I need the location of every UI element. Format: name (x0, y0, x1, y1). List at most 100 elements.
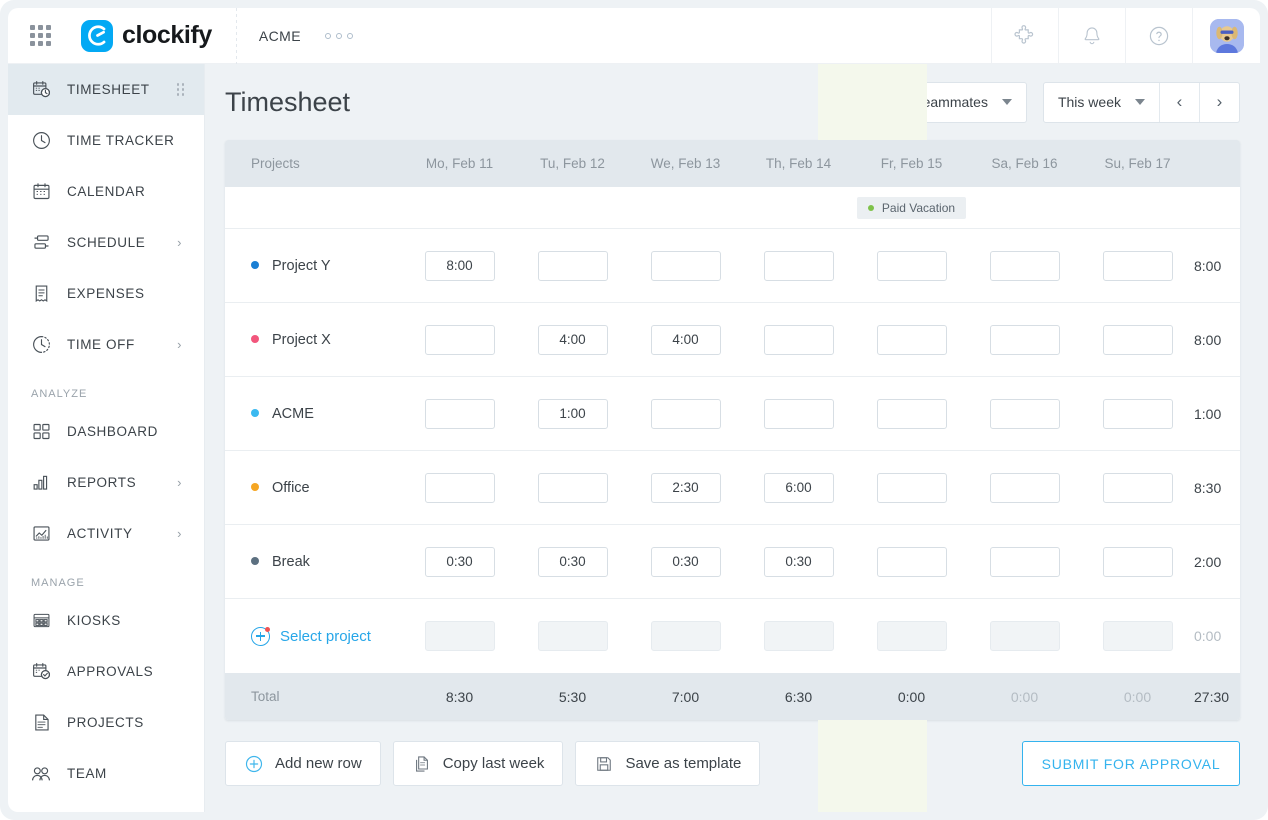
project-name: Project X (272, 331, 331, 348)
time-input[interactable] (876, 472, 947, 503)
time-cell (403, 250, 516, 281)
teammates-dropdown[interactable]: Teammates (900, 81, 1027, 123)
time-input[interactable] (537, 398, 608, 429)
time-input[interactable] (1102, 398, 1173, 429)
day-total: 8:30 (445, 688, 474, 705)
time-input-disabled[interactable] (763, 621, 834, 651)
user-avatar[interactable] (1209, 18, 1244, 53)
time-input-disabled[interactable] (424, 621, 495, 651)
puzzle-piece-icon[interactable] (991, 7, 1058, 64)
sidebar-item-kiosks[interactable]: KIOSKS (8, 595, 204, 646)
time-input[interactable] (650, 546, 721, 577)
sidebar-item-approvals[interactable]: APPROVALS (8, 646, 204, 697)
more-dots-icon[interactable] (324, 32, 353, 39)
time-input[interactable] (989, 324, 1060, 355)
time-cell (855, 324, 968, 355)
time-input[interactable] (537, 546, 608, 577)
avatar-container[interactable] (1192, 7, 1260, 64)
next-week-button[interactable]: › (1199, 82, 1239, 122)
time-input[interactable] (1102, 546, 1173, 577)
time-input[interactable] (424, 250, 495, 281)
project-cell[interactable]: Office (225, 479, 403, 497)
time-input[interactable] (876, 546, 947, 577)
column-header-day: We, Feb 13 (650, 156, 721, 171)
sidebar-item-team[interactable]: TEAM (8, 748, 204, 799)
topbar-divider (235, 7, 237, 64)
time-input[interactable] (424, 546, 495, 577)
time-input[interactable] (763, 398, 834, 429)
time-input[interactable] (1102, 250, 1173, 281)
time-input[interactable] (763, 324, 834, 355)
time-input-disabled[interactable] (989, 621, 1060, 651)
workspace-name[interactable]: ACME (259, 28, 301, 44)
time-input[interactable] (876, 398, 947, 429)
time-input[interactable] (537, 472, 608, 503)
sidebar-item-expenses[interactable]: EXPENSES (8, 268, 204, 319)
sidebar-item-timesheet[interactable]: TIMESHEET (8, 64, 204, 115)
time-input[interactable] (424, 398, 495, 429)
row-total: 8:00 (1194, 257, 1222, 274)
brand-logo[interactable]: clockify (81, 19, 212, 52)
time-input[interactable] (1102, 472, 1173, 503)
sidebar-item-reports[interactable]: REPORTS › (8, 457, 204, 508)
copy-last-week-button[interactable]: Copy last week (392, 741, 564, 786)
time-input[interactable] (537, 250, 608, 281)
add-new-row-label: Add new row (275, 755, 362, 772)
sidebar-item-projects[interactable]: PROJECTS (8, 697, 204, 748)
add-new-row-button[interactable]: Add new row (225, 741, 381, 786)
page-header: Timesheet Teammates This week ‹ › (225, 64, 1240, 140)
sidebar-item-time-off[interactable]: TIME OFF › (8, 319, 204, 370)
time-cell (629, 621, 742, 651)
time-input[interactable] (424, 324, 495, 355)
time-input[interactable] (989, 398, 1060, 429)
time-input[interactable] (650, 250, 721, 281)
sidebar-item-activity[interactable]: ACTIVITY › (8, 508, 204, 559)
project-cell[interactable]: ACME (225, 405, 403, 423)
time-input[interactable] (650, 398, 721, 429)
submit-for-approval-button[interactable]: SUBMIT FOR APPROVAL (1022, 741, 1240, 786)
sidebar-item-schedule[interactable]: SCHEDULE › (8, 217, 204, 268)
time-input[interactable] (989, 472, 1060, 503)
time-input-disabled[interactable] (1102, 621, 1173, 651)
time-input-disabled[interactable] (650, 621, 721, 651)
row-total: 1:00 (1194, 405, 1222, 422)
notification-dot-icon (265, 626, 270, 632)
time-input[interactable] (763, 250, 834, 281)
chevron-down-icon (1135, 99, 1145, 105)
drag-handle-icon[interactable] (176, 83, 184, 96)
sidebar-item-dashboard[interactable]: DASHBOARD (8, 406, 204, 457)
row-total: 2:00 (1194, 553, 1222, 570)
grid-apps-icon[interactable] (30, 24, 52, 47)
week-dropdown[interactable]: This week (1044, 83, 1159, 122)
time-input-disabled[interactable] (537, 621, 608, 651)
time-cell (968, 398, 1081, 429)
sidebar: TIMESHEET TIME TRACKER CALENDAR SCHEDULE… (8, 64, 205, 812)
save-as-template-button[interactable]: Save as template (575, 741, 761, 786)
sidebar-item-time-tracker[interactable]: TIME TRACKER (8, 115, 204, 166)
bell-icon[interactable] (1058, 7, 1125, 64)
time-input[interactable] (537, 324, 608, 355)
time-input[interactable] (1102, 324, 1173, 355)
time-input[interactable] (650, 472, 721, 503)
sidebar-section-manage: MANAGE (31, 577, 85, 589)
time-input[interactable] (876, 250, 947, 281)
time-input-disabled[interactable] (876, 621, 947, 651)
chevron-right-icon: › (177, 526, 182, 541)
project-name: ACME (272, 405, 314, 422)
project-name: Project Y (272, 257, 331, 274)
sidebar-item-calendar[interactable]: CALENDAR (8, 166, 204, 217)
time-input[interactable] (763, 546, 834, 577)
previous-week-button[interactable]: ‹ (1159, 82, 1199, 122)
question-mark-icon[interactable] (1125, 7, 1192, 64)
time-input[interactable] (989, 250, 1060, 281)
project-cell[interactable]: Project X (225, 331, 403, 349)
time-input[interactable] (763, 472, 834, 503)
time-input[interactable] (876, 324, 947, 355)
project-cell[interactable]: Project Y (225, 257, 403, 275)
paid-vacation-badge[interactable]: Paid Vacation (856, 196, 967, 219)
select-project-button[interactable]: Select project (251, 626, 403, 646)
time-input[interactable] (650, 324, 721, 355)
project-cell[interactable]: Break (225, 553, 403, 571)
time-input[interactable] (424, 472, 495, 503)
time-input[interactable] (989, 546, 1060, 577)
